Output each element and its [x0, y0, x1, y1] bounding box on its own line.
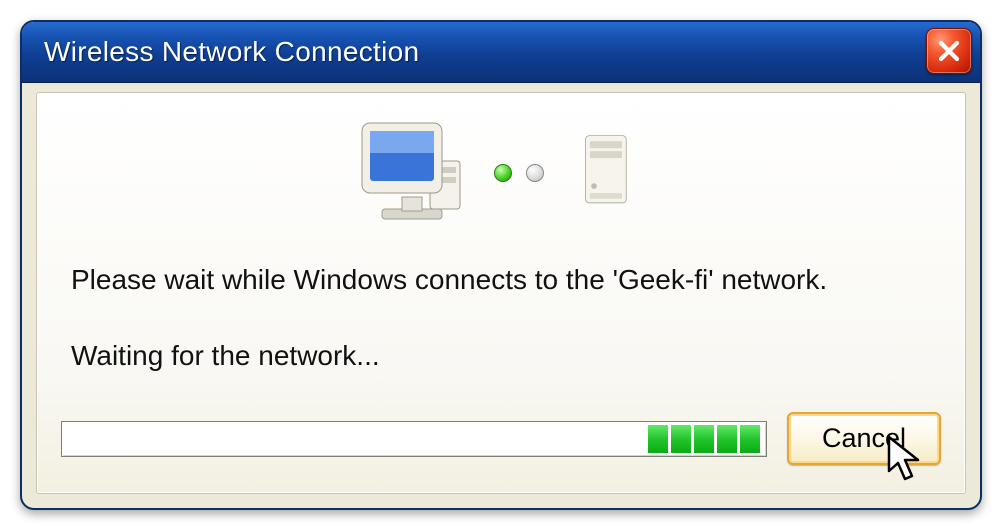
progress-bar — [61, 421, 767, 457]
dot-active — [494, 164, 512, 182]
close-button[interactable] — [926, 28, 972, 74]
progress-block — [694, 425, 714, 453]
progress-block — [671, 425, 691, 453]
progress-block — [740, 425, 760, 453]
content-panel: Please wait while Windows connects to th… — [36, 92, 966, 494]
bottom-row: Cancel — [61, 412, 941, 465]
message-text: Please wait while Windows connects to th… — [37, 264, 965, 296]
wireless-connection-dialog: Wireless Network Connection — [20, 20, 982, 510]
cancel-button-label: Cancel — [822, 423, 906, 454]
status-text: Waiting for the network... — [37, 340, 965, 372]
titlebar[interactable]: Wireless Network Connection — [22, 22, 980, 83]
cancel-button[interactable]: Cancel — [787, 412, 941, 465]
activity-dots — [494, 164, 544, 182]
progress-block — [717, 425, 737, 453]
dialog-title: Wireless Network Connection — [44, 36, 419, 68]
dot-inactive — [526, 164, 544, 182]
computer-icon — [352, 115, 472, 230]
close-icon — [937, 39, 961, 63]
server-icon — [566, 115, 650, 230]
connection-graphic — [37, 93, 965, 230]
progress-block — [648, 425, 668, 453]
progress-blocks — [648, 425, 760, 453]
